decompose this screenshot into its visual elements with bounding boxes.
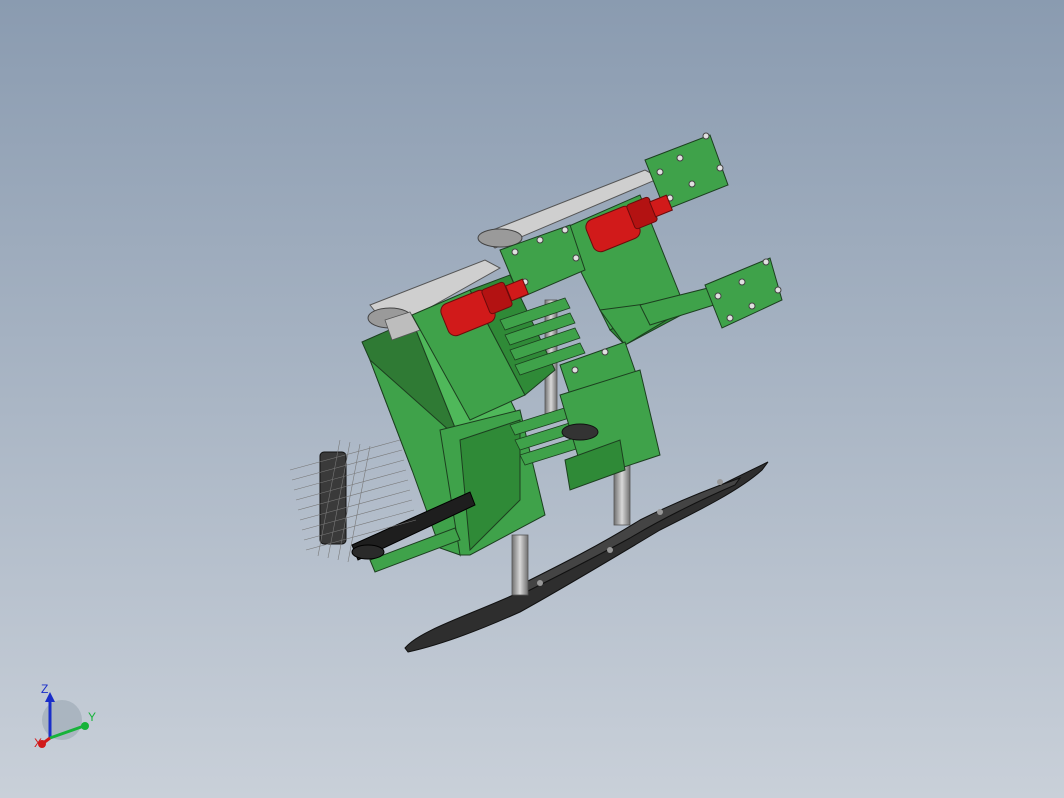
model-scene[interactable] <box>0 0 1064 798</box>
orientation-triad[interactable]: Z Y X <box>22 676 112 766</box>
x-axis-label: X <box>34 736 43 750</box>
shaft-right[interactable] <box>613 464 631 526</box>
triad-graphic <box>38 692 89 748</box>
shaft-left[interactable] <box>511 534 529 596</box>
graphics-viewport[interactable]: Z Y X <box>0 0 1064 798</box>
y-axis-label: Y <box>88 710 97 724</box>
z-axis-label: Z <box>41 682 49 696</box>
viewport-background <box>0 0 1064 798</box>
